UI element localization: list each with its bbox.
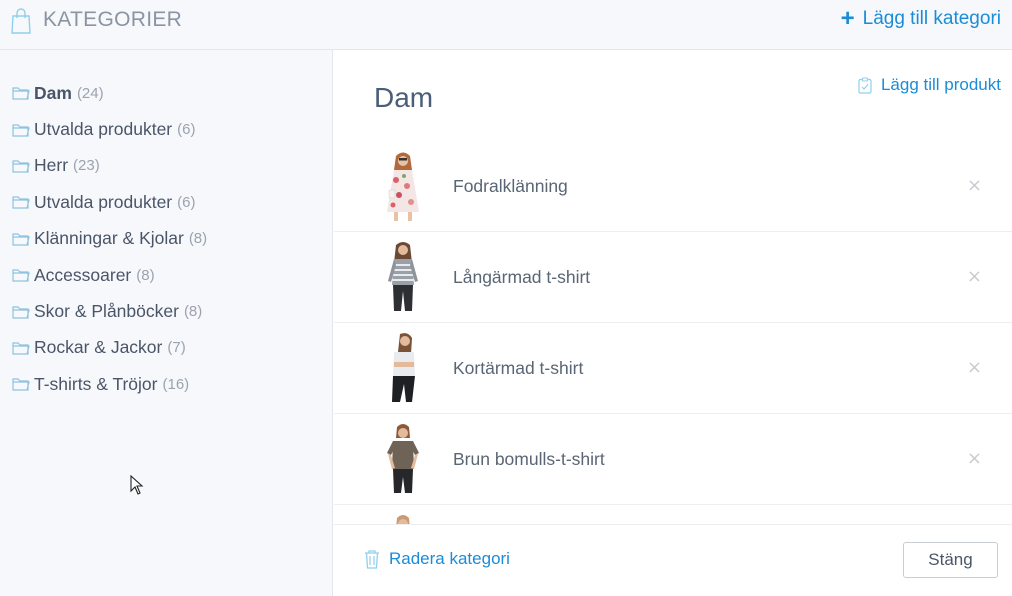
folder-icon: [12, 123, 30, 137]
list-item[interactable]: [334, 505, 1012, 524]
list-item[interactable]: Långärmad t-shirt ×: [334, 232, 1012, 323]
panel-footer: Radera kategori Stäng: [334, 524, 1012, 596]
product-thumbnail: [388, 242, 418, 311]
page-title: KATEGORIER: [43, 8, 183, 31]
category-count: (24): [76, 84, 104, 102]
folder-icon: [12, 87, 30, 100]
category-label: Utvalda produkter: [34, 119, 173, 140]
category-count: (6): [177, 121, 196, 139]
clipboard-icon: [858, 76, 872, 94]
sidebar-item-accessoarer[interactable]: Accessoarer (8): [12, 257, 207, 293]
category-list: Dam (24) Utvalda produkter (6) Herr (23)…: [12, 75, 207, 403]
product-thumbnail: [396, 515, 410, 524]
delete-category-label: Radera kategori: [389, 549, 510, 568]
folder-icon: [12, 378, 30, 391]
folder-icon: [12, 196, 30, 209]
category-count: (16): [162, 375, 190, 393]
category-count: (8): [136, 266, 155, 284]
product-thumbnail: [387, 424, 419, 493]
top-bar: KATEGORIER + Lägg till kategori: [0, 0, 1012, 50]
sidebar-item-utvalda-produkter-herr[interactable]: Utvalda produkter (6): [12, 184, 207, 220]
close-icon[interactable]: ×: [967, 357, 982, 378]
list-item[interactable]: Fodralklänning ×: [334, 141, 1012, 232]
category-label: Utvalda produkter: [34, 191, 173, 212]
category-title: Dam: [374, 82, 434, 113]
sidebar-item-klanningar-kjolar[interactable]: Klänningar & Kjolar (8): [12, 221, 207, 257]
delete-category-button[interactable]: Radera kategori: [363, 549, 510, 569]
sidebar-item-dam[interactable]: Dam (24): [12, 75, 207, 111]
category-label: Rockar & Jackor: [34, 337, 163, 358]
category-label: Skor & Plånböcker: [34, 301, 179, 322]
category-count: (6): [177, 193, 196, 211]
sidebar-item-rockar-jackor[interactable]: Rockar & Jackor (7): [12, 330, 207, 366]
sidebar-item-tshirts-trojor[interactable]: T-shirts & Tröjor (16): [12, 366, 207, 402]
list-item[interactable]: Kortärmad t-shirt ×: [334, 323, 1012, 414]
product-list: Fodralklänning × Långärmad t-shirt × Kor…: [334, 141, 1012, 524]
product-name: Långärmad t-shirt: [453, 267, 591, 287]
category-label: Dam: [34, 82, 72, 103]
add-product-label: Lägg till produkt: [880, 75, 1001, 94]
folder-icon: [12, 160, 30, 173]
shopping-bag-icon: [11, 8, 31, 34]
close-button[interactable]: Stäng: [903, 542, 998, 578]
add-category-button[interactable]: + Lägg till kategori: [840, 5, 1001, 32]
close-icon[interactable]: ×: [967, 175, 982, 196]
category-count: (8): [188, 230, 208, 248]
category-detail-panel: Dam Lägg till produkt Fodralklänning × L…: [334, 50, 1012, 596]
category-label: Accessoarer: [34, 264, 132, 285]
category-label: Klänningar & Kjolar: [34, 228, 184, 249]
close-icon[interactable]: ×: [967, 266, 982, 287]
category-count: (7): [167, 339, 186, 357]
folder-icon: [12, 305, 30, 319]
product-name: Brun bomulls-t-shirt: [453, 449, 605, 469]
trash-icon: [365, 550, 379, 569]
category-count: (23): [73, 157, 100, 175]
category-label: Herr: [34, 155, 69, 176]
category-sidebar: Dam (24) Utvalda produkter (6) Herr (23)…: [0, 50, 333, 596]
sidebar-item-herr[interactable]: Herr (23): [12, 148, 207, 184]
category-count: (8): [183, 303, 203, 321]
folder-icon: [12, 269, 30, 282]
list-item[interactable]: Brun bomulls-t-shirt ×: [334, 414, 1012, 505]
sidebar-item-utvalda-produkter[interactable]: Utvalda produkter (6): [12, 111, 207, 147]
product-name: Kortärmad t-shirt: [453, 358, 584, 378]
mouse-cursor-icon: [130, 475, 144, 495]
sidebar-item-skor-planbocker[interactable]: Skor & Plånböcker (8): [12, 293, 207, 329]
close-icon[interactable]: ×: [967, 448, 982, 469]
plus-icon: +: [840, 5, 855, 32]
folder-icon: [12, 342, 30, 355]
add-category-label: Lägg till kategori: [862, 8, 1001, 29]
category-label: T-shirts & Tröjor: [34, 373, 158, 394]
folder-icon: [12, 233, 30, 246]
add-product-button[interactable]: Lägg till produkt: [858, 75, 1001, 95]
product-thumbnail: [387, 152, 419, 221]
product-thumbnail: [392, 333, 415, 402]
product-name: Fodralklänning: [453, 176, 568, 196]
